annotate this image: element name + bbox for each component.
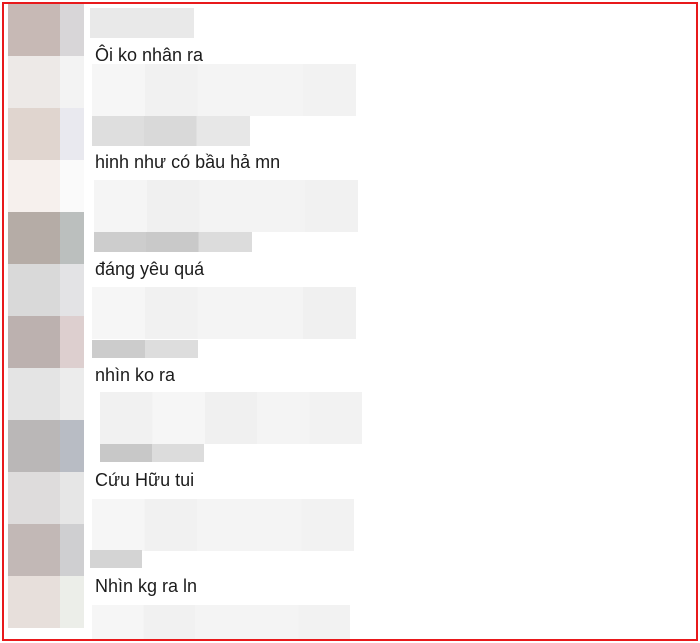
avatar-pixel — [60, 264, 84, 316]
avatar-pixel — [60, 576, 84, 628]
comment-text: Ôi ko nhân ra — [95, 45, 204, 65]
blurred-username — [92, 340, 198, 358]
blurred-comment-meta — [92, 499, 354, 551]
screenshot-frame: Ôi ko nhân ra hinh như có bầu hả mn đáng… — [2, 2, 698, 641]
blurred-username — [92, 116, 250, 146]
comment-text: nhìn ko ra — [95, 365, 176, 385]
avatar-pixel — [8, 4, 60, 56]
avatar-column — [8, 4, 88, 639]
blurred-username — [90, 8, 194, 38]
avatar-pixel — [8, 160, 60, 212]
avatar-pixel — [8, 576, 60, 628]
comment-text: hinh như có bầu hả mn — [95, 152, 281, 172]
blurred-comment-meta — [92, 287, 356, 339]
blurred-username — [90, 550, 142, 568]
blurred-comment-meta — [92, 605, 350, 639]
avatar-pixel — [60, 524, 84, 576]
avatar-pixel — [8, 472, 60, 524]
avatar-pixel — [8, 264, 60, 316]
comment-text: Nhìn kg ra ln — [95, 576, 198, 596]
avatar-pixel — [60, 472, 84, 524]
comment-text: Cứu Hữu tui — [95, 470, 195, 490]
avatar-pixel — [60, 160, 84, 212]
avatar-pixel — [8, 56, 60, 108]
avatar-pixel — [60, 108, 84, 160]
avatar-pixel — [8, 316, 60, 368]
avatar-pixel — [8, 108, 60, 160]
blurred-comment-meta — [94, 180, 358, 232]
avatar-pixel — [8, 420, 60, 472]
blurred-username — [100, 444, 204, 462]
avatar-pixel — [60, 316, 84, 368]
blurred-comment-meta — [100, 392, 362, 444]
blurred-username — [94, 232, 252, 252]
avatar-pixel — [60, 4, 84, 56]
avatar-pixel — [60, 368, 84, 420]
avatar-pixel — [60, 56, 84, 108]
avatar-pixel — [8, 212, 60, 264]
comment-text: đáng yêu quá — [95, 259, 205, 279]
avatar-pixel — [60, 212, 84, 264]
avatar-pixel — [8, 524, 60, 576]
blurred-comment-meta — [92, 64, 356, 116]
avatar-pixel — [60, 420, 84, 472]
avatar-pixel — [8, 368, 60, 420]
